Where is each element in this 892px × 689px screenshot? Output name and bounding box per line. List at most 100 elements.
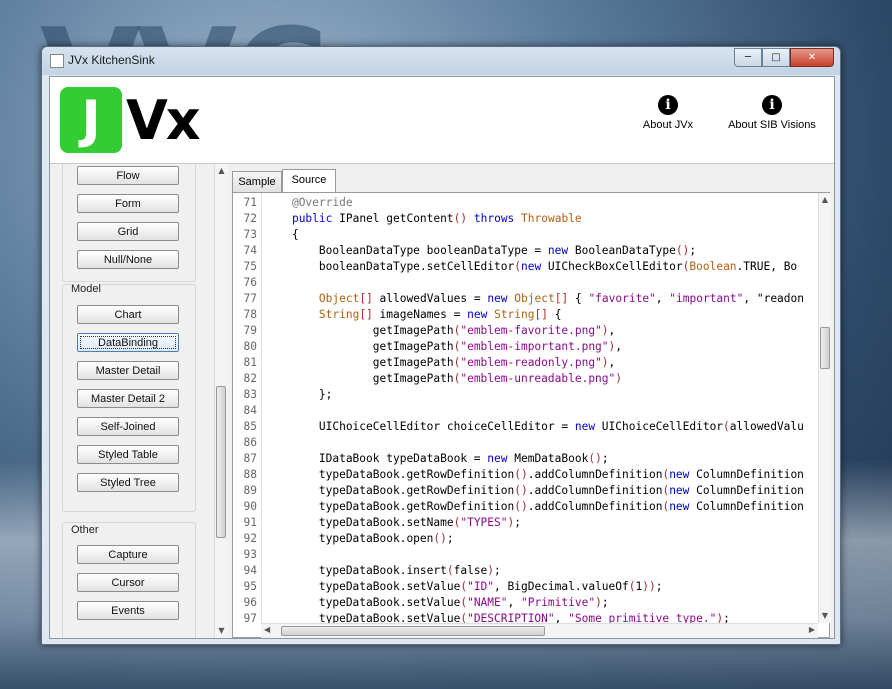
- line-number: 78: [243, 308, 257, 321]
- about-sib-label: About SIB Visions: [728, 119, 816, 131]
- line-number: 88: [243, 468, 257, 481]
- nav-cursor[interactable]: Cursor: [77, 573, 179, 592]
- line-number: 84: [243, 404, 257, 417]
- tab-sample[interactable]: Sample: [232, 171, 282, 192]
- line-number: 86: [243, 436, 257, 449]
- nav-null-none[interactable]: Null/None: [77, 250, 179, 269]
- code-text: booleanDataType.setCellEditor(new UIChec…: [265, 260, 798, 273]
- line-number: 94: [243, 564, 257, 577]
- app-window: JVx KitchenSink ─ □ ✕ J Vx i About JVx i…: [41, 46, 841, 645]
- scroll-up-arrow-icon[interactable]: ▲: [819, 193, 831, 206]
- source-editor[interactable]: 71 @Override 72 public IPanel getContent(…: [232, 192, 831, 638]
- model-group-label: Model: [71, 283, 101, 295]
- line-number: 79: [243, 324, 257, 337]
- scroll-right-arrow-icon[interactable]: ▶: [809, 625, 815, 634]
- code-text: getImagePath("emblem-important.png"),: [265, 340, 623, 353]
- title-bar[interactable]: JVx KitchenSink ─ □ ✕: [42, 47, 840, 75]
- code-text: UIChoiceCellEditor choiceCellEditor = ne…: [265, 420, 804, 433]
- other-group-label: Other: [71, 524, 99, 536]
- line-number: 85: [243, 420, 257, 433]
- code-text: getImagePath("emblem-readonly.png"),: [265, 356, 616, 369]
- scroll-down-arrow-icon[interactable]: ▼: [819, 609, 831, 622]
- line-number: 72: [243, 212, 257, 225]
- code-text: typeDataBook.open();: [265, 532, 454, 545]
- code-text: @Override: [291, 196, 353, 209]
- layout-group: Flow Form Grid Null/None: [62, 164, 196, 282]
- scroll-up-arrow-icon[interactable]: ▲: [215, 164, 228, 177]
- code-horizontal-scrollbar[interactable]: ◀ ▶: [261, 623, 818, 638]
- code-text: {: [265, 228, 299, 241]
- line-number: 80: [243, 340, 257, 353]
- line-number: 74: [243, 244, 257, 257]
- code-hscroll-thumb[interactable]: [281, 626, 545, 636]
- nav-master-detail[interactable]: Master Detail: [77, 361, 179, 380]
- nav-capture[interactable]: Capture: [77, 545, 179, 564]
- about-jvx-button[interactable]: i About JVx: [636, 95, 700, 131]
- sidebar-scrollbar[interactable]: ▲ ▼: [214, 164, 228, 638]
- code-text: typeDataBook.setValue("DESCRIPTION", "So…: [265, 612, 730, 623]
- tab-source[interactable]: Source: [282, 169, 336, 192]
- other-group: Other Capture Cursor Events: [62, 522, 196, 638]
- code-text: typeDataBook.getRowDefinition().addColum…: [265, 484, 804, 497]
- code-text: typeDataBook.setValue("ID", BigDecimal.v…: [265, 580, 663, 593]
- about-jvx-label: About JVx: [642, 119, 694, 131]
- scroll-left-arrow-icon[interactable]: ◀: [264, 625, 270, 634]
- code-text: typeDataBook.setValue("NAME", "Primitive…: [265, 596, 609, 609]
- app-icon: [50, 54, 64, 68]
- line-number: 82: [243, 372, 257, 385]
- sidebar: Flow Form Grid Null/None Model Chart Dat…: [50, 164, 214, 638]
- code-text: getImagePath("emblem-unreadable.png"): [265, 372, 623, 385]
- minimize-button[interactable]: ─: [734, 48, 762, 67]
- nav-form[interactable]: Form: [77, 194, 179, 213]
- code-text: typeDataBook.setName("TYPES");: [265, 516, 521, 529]
- line-number: 83: [243, 388, 257, 401]
- nav-master-detail-2[interactable]: Master Detail 2: [77, 389, 179, 408]
- model-group: Model Chart DataBinding Master Detail Ma…: [62, 283, 196, 512]
- line-number: 81: [243, 356, 257, 369]
- code-text: typeDataBook.getRowDefinition().addColum…: [265, 500, 804, 513]
- code-text: };: [265, 388, 333, 401]
- code-text: typeDataBook.insert(false);: [265, 564, 501, 577]
- logo-j: J: [60, 87, 122, 153]
- code-text: getImagePath("emblem-favorite.png"),: [265, 324, 616, 337]
- sidebar-scroll-thumb[interactable]: [216, 386, 226, 538]
- line-number: 92: [243, 532, 257, 545]
- maximize-button[interactable]: □: [762, 48, 790, 67]
- nav-chart[interactable]: Chart: [77, 305, 179, 324]
- nav-self-joined[interactable]: Self-Joined: [77, 417, 179, 436]
- line-number: 95: [243, 580, 257, 593]
- code-text: typeDataBook.getRowDefinition().addColum…: [265, 468, 804, 481]
- about-sib-button[interactable]: i About SIB Visions: [722, 95, 822, 131]
- nav-styled-tree[interactable]: Styled Tree: [77, 473, 179, 492]
- line-number: 76: [243, 276, 257, 289]
- code-text: BooleanDataType booleanDataType = new Bo…: [265, 244, 697, 257]
- code-area[interactable]: 71 @Override 72 public IPanel getContent(…: [233, 193, 818, 623]
- close-button[interactable]: ✕: [790, 48, 834, 67]
- scroll-down-arrow-icon[interactable]: ▼: [215, 624, 228, 637]
- code-text: public IPanel getContent() throws Throwa…: [291, 212, 582, 225]
- code-text: String[] imageNames = new String[] {: [318, 308, 562, 321]
- nav-databinding[interactable]: DataBinding: [77, 333, 179, 352]
- info-icon: i: [658, 95, 678, 115]
- nav-grid[interactable]: Grid: [77, 222, 179, 241]
- nav-events[interactable]: Events: [77, 601, 179, 620]
- line-number: 89: [243, 484, 257, 497]
- line-number: 93: [243, 548, 257, 561]
- line-number: 97: [243, 612, 257, 623]
- window-title: JVx KitchenSink: [68, 53, 155, 67]
- line-number: 75: [243, 260, 257, 273]
- line-number: 87: [243, 452, 257, 465]
- info-icon: i: [762, 95, 782, 115]
- header-bar: J Vx i About JVx i About SIB Visions: [50, 77, 834, 164]
- line-number: 77: [243, 292, 257, 305]
- code-text: Object[] allowedValues = new Object[] { …: [318, 292, 804, 305]
- code-vscroll-thumb[interactable]: [820, 327, 830, 369]
- nav-flow[interactable]: Flow: [77, 166, 179, 185]
- code-vertical-scrollbar[interactable]: ▲ ▼: [818, 193, 831, 623]
- line-number: 71: [243, 196, 257, 209]
- line-number: 73: [243, 228, 257, 241]
- line-number: 91: [243, 516, 257, 529]
- nav-styled-table[interactable]: Styled Table: [77, 445, 179, 464]
- logo-vx: Vx: [126, 89, 201, 152]
- line-number: 90: [243, 500, 257, 513]
